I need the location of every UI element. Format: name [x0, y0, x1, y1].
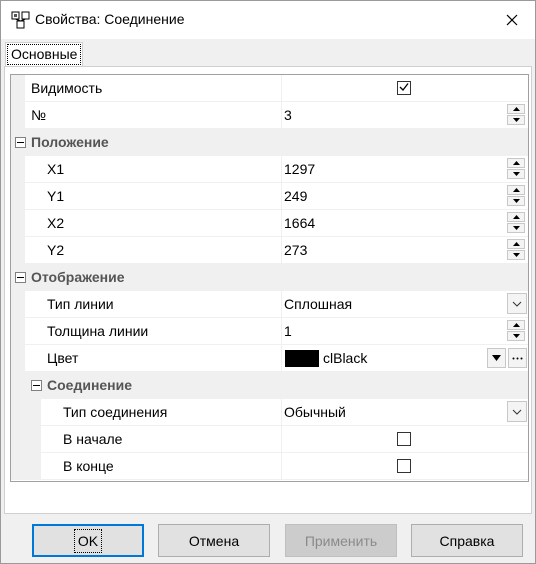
spin-up-icon: [512, 215, 520, 219]
property-row-at-end[interactable]: В конце: [11, 453, 528, 480]
properties-dialog: Свойства: Соединение Основные Видимость: [0, 0, 536, 564]
number-value[interactable]: 3: [284, 102, 292, 128]
line-type-dropdown[interactable]: [507, 293, 527, 314]
ok-label: OK: [73, 528, 103, 553]
category-label: Положение: [31, 134, 109, 150]
category-label: Отображение: [31, 269, 125, 285]
chevron-down-icon: [512, 301, 522, 307]
spin-down-button[interactable]: [507, 331, 525, 341]
property-name: Тип линии: [47, 296, 114, 312]
property-row-y1[interactable]: Y1 249: [11, 183, 528, 210]
spin-down-button[interactable]: [507, 196, 525, 206]
app-icon: [11, 10, 31, 30]
spin-down-icon: [512, 226, 520, 230]
color-dropdown-button[interactable]: [487, 348, 506, 368]
property-name: Тип соединения: [63, 404, 168, 420]
spin-up-button[interactable]: [507, 185, 525, 195]
property-row-connection-type[interactable]: Тип соединения Обычный: [11, 399, 528, 426]
line-type-value[interactable]: Сплошная: [284, 291, 352, 317]
category-display[interactable]: Отображение: [11, 264, 528, 291]
color-picker-button[interactable]: [508, 348, 527, 368]
property-name: X2: [47, 215, 65, 231]
spin-down-icon: [512, 253, 520, 257]
help-button[interactable]: Справка: [411, 524, 523, 557]
window-title: Свойства: Соединение: [35, 11, 185, 27]
property-name: X1: [47, 161, 65, 177]
property-row-y2[interactable]: Y2 273: [11, 237, 528, 264]
property-row-x2[interactable]: X2 1664: [11, 210, 528, 237]
category-label: Соединение: [47, 377, 133, 393]
x2-spinner[interactable]: [507, 212, 527, 234]
category-connection[interactable]: Соединение: [11, 372, 528, 399]
y2-value[interactable]: 273: [284, 237, 307, 263]
property-row-line-width[interactable]: Толщина линии 1: [11, 318, 528, 345]
property-name: Цвет: [47, 350, 79, 366]
property-name: №: [31, 107, 47, 123]
ellipsis-icon: [512, 357, 523, 359]
close-button[interactable]: [489, 1, 535, 39]
spin-down-icon: [512, 334, 520, 338]
dropdown-arrow-icon: [492, 355, 501, 361]
property-row-number[interactable]: № 3: [11, 102, 528, 129]
spin-up-icon: [512, 188, 520, 192]
number-spinner[interactable]: [507, 104, 527, 126]
line-width-spinner[interactable]: [507, 320, 527, 342]
collapse-icon[interactable]: [15, 137, 26, 148]
property-row-at-start[interactable]: В начале: [11, 426, 528, 453]
spin-up-icon: [512, 107, 520, 111]
cancel-button[interactable]: Отмена: [158, 524, 270, 557]
checkmark-icon: [399, 83, 409, 91]
spin-down-button[interactable]: [507, 223, 525, 233]
ok-button[interactable]: OK: [32, 524, 144, 557]
spin-down-button[interactable]: [507, 169, 525, 179]
spin-up-button[interactable]: [507, 104, 525, 114]
at-end-checkbox[interactable]: [397, 459, 411, 473]
property-name: Y1: [47, 188, 65, 204]
color-swatch: [285, 350, 319, 367]
property-row-x1[interactable]: X1 1297: [11, 156, 528, 183]
y2-spinner[interactable]: [507, 239, 527, 261]
at-start-checkbox[interactable]: [397, 432, 411, 446]
x1-spinner[interactable]: [507, 158, 527, 180]
spin-up-icon: [512, 323, 520, 327]
spin-up-button[interactable]: [507, 320, 525, 330]
color-value[interactable]: clBlack: [323, 345, 367, 371]
property-name: Видимость: [31, 80, 103, 96]
spin-down-button[interactable]: [507, 250, 525, 260]
property-name: В начале: [63, 431, 123, 447]
category-position[interactable]: Положение: [11, 129, 528, 156]
x1-value[interactable]: 1297: [284, 156, 315, 182]
line-width-value[interactable]: 1: [284, 318, 292, 344]
property-row-color[interactable]: Цвет clBlack: [11, 345, 528, 372]
spin-up-icon: [512, 161, 520, 165]
property-name: В конце: [63, 458, 114, 474]
spin-up-icon: [512, 242, 520, 246]
spin-down-icon: [512, 199, 520, 203]
apply-button[interactable]: Применить: [285, 524, 397, 557]
visibility-checkbox[interactable]: [397, 81, 411, 95]
property-name: Y2: [47, 242, 65, 258]
connection-type-value[interactable]: Обычный: [284, 399, 346, 425]
spin-down-icon: [512, 118, 520, 122]
spin-up-button[interactable]: [507, 158, 525, 168]
spin-up-button[interactable]: [507, 212, 525, 222]
collapse-icon[interactable]: [15, 272, 26, 283]
x2-value[interactable]: 1664: [284, 210, 315, 236]
y1-value[interactable]: 249: [284, 183, 307, 209]
tab-main[interactable]: Основные: [5, 42, 84, 67]
title-bar: Свойства: Соединение: [1, 1, 535, 39]
property-grid: Видимость № 3 Положение X1 1297 Y1 249 X…: [10, 74, 529, 482]
y1-spinner[interactable]: [507, 185, 527, 207]
connection-type-dropdown[interactable]: [507, 401, 527, 422]
property-row-line-type[interactable]: Тип линии Сплошная: [11, 291, 528, 318]
spin-up-button[interactable]: [507, 239, 525, 249]
property-name: Толщина линии: [47, 323, 149, 339]
spin-down-icon: [512, 172, 520, 176]
collapse-icon[interactable]: [31, 380, 42, 391]
tab-panel: Видимость № 3 Положение X1 1297 Y1 249 X…: [4, 66, 532, 514]
close-icon: [506, 14, 518, 26]
property-row-visibility[interactable]: Видимость: [11, 75, 528, 102]
spin-down-button[interactable]: [507, 115, 525, 125]
chevron-down-icon: [512, 409, 522, 415]
